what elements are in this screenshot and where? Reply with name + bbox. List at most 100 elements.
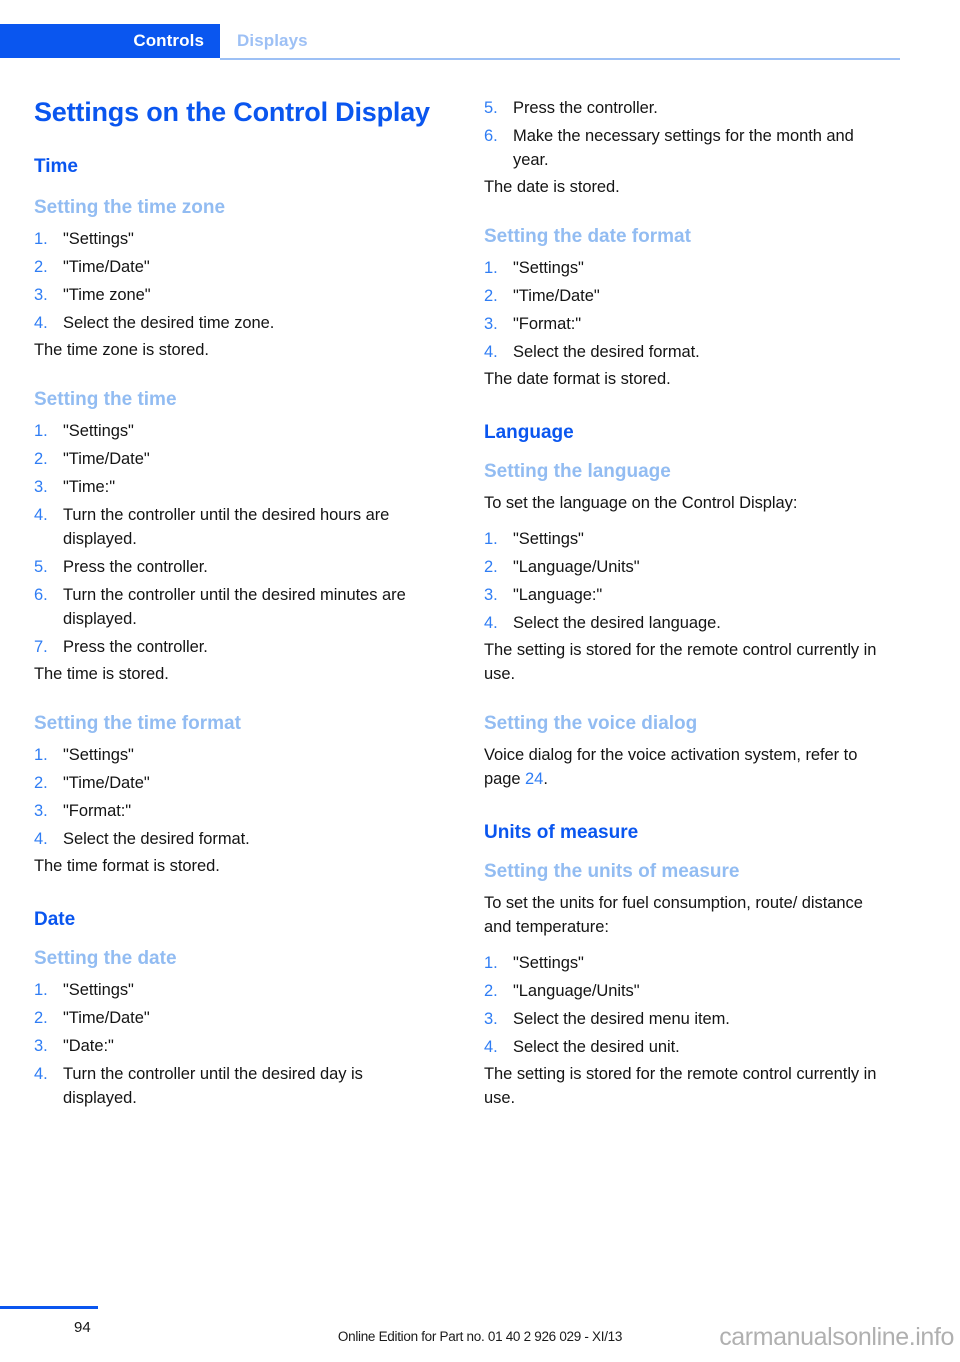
step-number: 2. xyxy=(34,258,48,276)
step-text: Make the necessary settings for the mont… xyxy=(513,127,854,169)
steps-time: 1. "Settings" 2. "Time/Date" 3. "Time:" 4. T… xyxy=(34,419,434,659)
step-text: "Time/Date" xyxy=(63,1009,150,1027)
section-heading-time: Time xyxy=(34,156,79,177)
list-item: 4. Select the desired unit. xyxy=(484,1035,884,1059)
step-text: Select the desired format. xyxy=(513,343,700,361)
step-text: "Language:" xyxy=(513,586,603,604)
step-number: 6. xyxy=(484,127,498,145)
list-item: 4. Select the desired format. xyxy=(484,340,884,364)
step-number: 3. xyxy=(34,286,48,304)
list-item: 1. "Settings" xyxy=(484,256,884,280)
step-number: 7. xyxy=(34,638,48,656)
page-reference-link[interactable]: 24 xyxy=(525,770,543,788)
step-text: Turn the controller until the desired ho… xyxy=(63,506,390,548)
list-item: 3. "Format:" xyxy=(484,312,884,336)
header-divider xyxy=(220,58,900,60)
steps-units: 1. "Settings" 2. "Language/Units" 3. Select… xyxy=(484,951,884,1059)
list-item: 6. Turn the controller until the desired … xyxy=(34,583,434,631)
list-item: 4. Select the desired format. xyxy=(34,827,434,851)
step-text: "Time:" xyxy=(63,478,116,496)
tab-controls[interactable]: Controls xyxy=(0,24,220,58)
section-heading-units-of-measure: Units of measure xyxy=(484,822,639,843)
tab-displays-label: Displays xyxy=(237,31,308,50)
subsection-setting-the-voice-dialog: Setting the voice dialog xyxy=(484,713,698,734)
step-number: 3. xyxy=(34,802,48,820)
steps-time-format: 1. "Settings" 2. "Time/Date" 3. "Format:" 4… xyxy=(34,743,434,851)
subsection-setting-the-units-of-measure: Setting the units of measure xyxy=(484,861,740,882)
tab-displays[interactable]: Displays xyxy=(237,24,308,58)
list-item: 3. "Time zone" xyxy=(34,283,434,307)
step-number: 1. xyxy=(484,530,498,548)
step-number: 3. xyxy=(484,315,498,333)
list-item: 4. Select the desired time zone. xyxy=(34,311,434,335)
step-text: "Time/Date" xyxy=(63,774,150,792)
lead-language: To set the language on the Control Displ… xyxy=(484,494,798,512)
list-item: 1. "Settings" xyxy=(34,419,434,443)
list-item: 2. "Time/Date" xyxy=(34,255,434,279)
step-number: 1. xyxy=(34,981,48,999)
left-column: Settings on the Control Display Time Set… xyxy=(34,96,434,1110)
result-units: The setting is stored for the remote con… xyxy=(484,1065,877,1107)
step-text: Select the desired time zone. xyxy=(63,314,275,332)
step-number: 2. xyxy=(34,1009,48,1027)
step-number: 4. xyxy=(34,830,48,848)
list-item: 5. Press the controller. xyxy=(34,555,434,579)
step-number: 1. xyxy=(484,954,498,972)
section-heading-language: Language xyxy=(484,422,574,443)
subsection-setting-the-time: Setting the time xyxy=(34,389,177,410)
steps-time-zone: 1. "Settings" 2. "Time/Date" 3. "Time zone"… xyxy=(34,227,434,335)
list-item: 2. "Language/Units" xyxy=(484,979,884,1003)
step-number: 3. xyxy=(34,478,48,496)
result-time-zone: The time zone is stored. xyxy=(34,341,209,359)
step-number: 4. xyxy=(484,343,498,361)
list-item: 4. Turn the controller until the desired … xyxy=(34,1062,434,1110)
step-text: Press the controller. xyxy=(513,99,658,117)
step-text: "Language/Units" xyxy=(513,982,640,1000)
subsection-setting-the-date-format: Setting the date format xyxy=(484,226,691,247)
step-text: Press the controller. xyxy=(63,638,208,656)
step-number: 1. xyxy=(34,230,48,248)
step-text: "Settings" xyxy=(513,530,584,548)
list-item: 2. "Time/Date" xyxy=(34,1006,434,1030)
section-heading-date: Date xyxy=(34,909,76,930)
step-number: 3. xyxy=(484,586,498,604)
step-number: 2. xyxy=(484,982,498,1000)
result-time-format: The time format is stored. xyxy=(34,857,220,875)
step-number: 3. xyxy=(34,1037,48,1055)
list-item: 3. "Time:" xyxy=(34,475,434,499)
step-text: "Format:" xyxy=(513,315,582,333)
step-text: "Settings" xyxy=(63,981,134,999)
step-number: 6. xyxy=(34,586,48,604)
right-column: 5. Press the controller. 6. Make the neces… xyxy=(484,96,884,1110)
list-item: 4. Select the desired language. xyxy=(484,611,884,635)
page-title: Settings on the Control Display xyxy=(34,97,430,127)
step-text: "Language/Units" xyxy=(513,558,640,576)
step-text: Select the desired language. xyxy=(513,614,721,632)
subsection-setting-the-date: Setting the date xyxy=(34,948,177,969)
list-item: 2. "Time/Date" xyxy=(34,771,434,795)
step-number: 2. xyxy=(484,287,498,305)
step-number: 3. xyxy=(484,1010,498,1028)
tab-controls-label: Controls xyxy=(133,31,204,50)
list-item: 3. "Format:" xyxy=(34,799,434,823)
list-item: 2. "Time/Date" xyxy=(34,447,434,471)
step-number: 1. xyxy=(34,746,48,764)
step-number: 2. xyxy=(484,558,498,576)
step-number: 4. xyxy=(34,506,48,524)
steps-language: 1. "Settings" 2. "Language/Units" 3. "Langu… xyxy=(484,527,884,635)
result-time: The time is stored. xyxy=(34,665,169,683)
step-text: "Time zone" xyxy=(63,286,151,304)
result-date: The date is stored. xyxy=(484,178,620,196)
step-number: 5. xyxy=(484,99,498,117)
voice-dialog-text: Voice dialog for the voice activation sy… xyxy=(484,743,884,791)
step-text: Select the desired unit. xyxy=(513,1038,680,1056)
step-number: 4. xyxy=(34,314,48,332)
step-text: Select the desired format. xyxy=(63,830,250,848)
list-item: 1. "Settings" xyxy=(484,951,884,975)
list-item: 1. "Settings" xyxy=(34,743,434,767)
